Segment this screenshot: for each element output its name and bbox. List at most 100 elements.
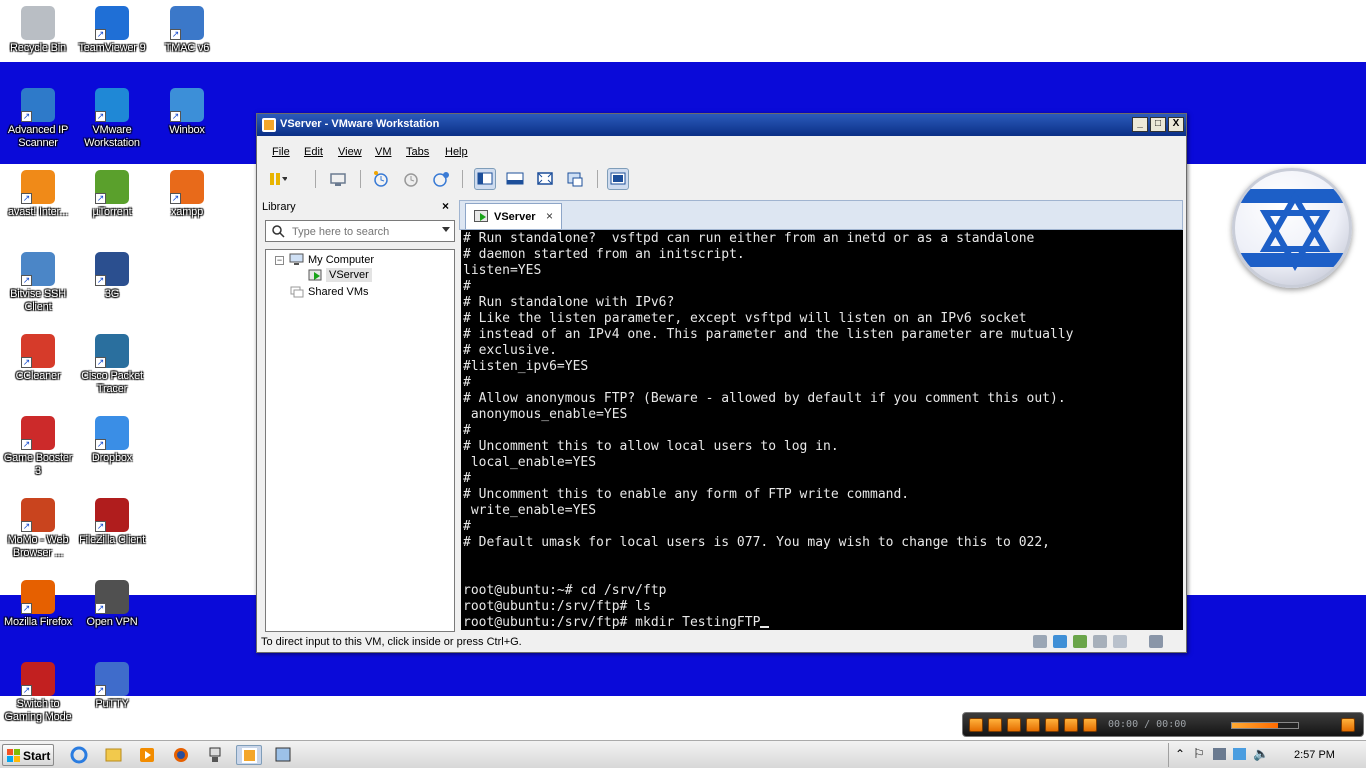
shortcut-arrow-icon: ↗ — [170, 193, 181, 204]
tab-vserver[interactable]: VServer × — [465, 203, 562, 229]
pause-icon[interactable] — [988, 718, 1002, 732]
console-view-icon[interactable] — [607, 168, 629, 190]
console-line: anonymous_enable=YES — [463, 407, 628, 422]
show-library-icon[interactable] — [474, 168, 496, 190]
message-log-icon[interactable] — [1149, 635, 1163, 648]
desktop-icon-label: PuTTY — [95, 698, 129, 710]
desktop-icon-label: Bitvise SSH Client — [10, 288, 66, 313]
desktop-icon[interactable]: ↗ PuTTY — [74, 662, 150, 711]
library-heading: Library — [262, 201, 296, 213]
chevron-down-icon[interactable] — [442, 227, 450, 232]
desktop-icon[interactable]: ↗ µTorrent — [74, 170, 150, 219]
windows-logo-icon — [7, 749, 20, 762]
next-icon[interactable] — [1045, 718, 1059, 732]
sound-card-icon[interactable] — [1113, 635, 1127, 648]
desktop-icon-label: Game Booster 3 — [3, 452, 73, 477]
thumbnail-bar-icon[interactable] — [504, 168, 526, 190]
window-title: VServer - VMware Workstation — [280, 118, 440, 130]
revert-snapshot-icon[interactable] — [400, 168, 422, 190]
vm-console[interactable]: # Run standalone? vsftpd can run either … — [461, 230, 1183, 630]
action-center-flag-icon[interactable]: ⚐ — [1193, 746, 1205, 762]
console-line: # Default umask for local users is 077. … — [463, 535, 1050, 550]
hard-disk-icon[interactable] — [1033, 635, 1047, 648]
network-adapter-icon[interactable] — [1053, 635, 1067, 648]
tree-item-vserver[interactable]: VServer — [326, 268, 372, 282]
desktop-icon[interactable]: ↗ Advanced IP Scanner — [0, 88, 76, 150]
show-hidden-icons-icon[interactable]: ⌃ — [1175, 747, 1185, 761]
desktop-icon[interactable]: ↗ Open VPN — [74, 580, 150, 629]
volume-icon[interactable]: 🔈 — [1253, 746, 1269, 762]
desktop-icon[interactable]: ↗ TMAC v6 — [149, 6, 225, 55]
vmware-taskbar-icon[interactable] — [236, 745, 262, 765]
search-input[interactable] — [292, 224, 432, 239]
window-titlebar[interactable]: VServer - VMware Workstation _ □ X — [257, 114, 1186, 136]
desktop-icon-label: 3G — [104, 288, 120, 300]
shared-vms-icon — [290, 286, 304, 298]
start-button[interactable]: Start — [2, 744, 54, 766]
desktop-icon[interactable]: ↗ CCleaner — [0, 334, 76, 383]
desktop-icon[interactable]: ↗ Mozilla Firefox — [0, 580, 76, 629]
desktop-icon[interactable]: ↗ 3G — [74, 252, 150, 301]
menu-tabs[interactable]: Tabs — [406, 146, 429, 158]
advanced-ip-scanner-taskbar-icon[interactable] — [270, 745, 296, 765]
shortcut-arrow-icon: ↗ — [21, 357, 32, 368]
desktop-icon[interactable]: ↗ FileZilla Client — [74, 498, 150, 547]
desktop-icon[interactable]: ↗ Winbox — [149, 88, 225, 137]
menu-help[interactable]: Help — [445, 146, 468, 158]
firefox-icon[interactable] — [168, 745, 194, 765]
shortcut-arrow-icon: ↗ — [170, 111, 181, 122]
desktop-icon[interactable]: ↗ Switch to Gaming Mode — [0, 662, 76, 724]
desktop-icon[interactable]: ↗ Game Booster 3 — [0, 416, 76, 478]
unity-icon[interactable] — [564, 168, 586, 190]
close-button[interactable]: X — [1168, 117, 1184, 132]
tab-close-icon[interactable]: × — [546, 209, 553, 223]
menu-edit[interactable]: Edit — [304, 146, 323, 158]
expand-player-icon[interactable] — [1341, 718, 1355, 732]
desktop-icon[interactable]: ↗ MoMo - Web Browser ... — [0, 498, 76, 560]
console-line: local_enable=YES — [463, 455, 597, 470]
full-screen-icon[interactable] — [534, 168, 556, 190]
desktop-icon[interactable]: ↗ Bitvise SSH Client — [0, 252, 76, 314]
desktop-icon-label: VMware Workstation — [84, 124, 140, 149]
desktop-icon[interactable]: ↗ avast! Inter... — [0, 170, 76, 219]
usb-icon[interactable] — [1073, 635, 1087, 648]
snapshot-icon[interactable] — [370, 168, 392, 190]
desktop-icon[interactable]: Recycle Bin — [0, 6, 76, 55]
vmware-window[interactable]: VServer - VMware Workstation _ □ X File … — [256, 113, 1187, 653]
desktop-icon-label: Cisco Packet Tracer — [81, 370, 143, 395]
previous-icon[interactable] — [1026, 718, 1040, 732]
network-icon[interactable] — [1213, 748, 1226, 760]
play-icon[interactable] — [969, 718, 983, 732]
desktop-icon[interactable]: ↗ xampp — [149, 170, 225, 219]
desktop-icon[interactable]: ↗ Dropbox — [74, 416, 150, 465]
maximize-button[interactable]: □ — [1150, 117, 1166, 132]
tree-collapse-icon[interactable]: − — [275, 256, 284, 265]
volume-slider[interactable] — [1231, 722, 1299, 729]
star-of-david-emblem — [1232, 168, 1352, 288]
teamviewer-tray-icon[interactable] — [1233, 748, 1246, 760]
send-ctrl-alt-del-icon[interactable] — [327, 168, 349, 190]
menu-file[interactable]: File — [272, 146, 290, 158]
media-player-icon[interactable] — [134, 745, 160, 765]
tree-item-my-computer[interactable]: My Computer — [308, 254, 374, 266]
desktop-icon[interactable]: ↗ TeamViewer 9 — [74, 6, 150, 55]
file-explorer-icon[interactable] — [100, 745, 126, 765]
desktop-icon[interactable]: ↗ VMware Workstation — [74, 88, 150, 150]
playlist-icon[interactable] — [1083, 718, 1097, 732]
printer-icon[interactable] — [1093, 635, 1107, 648]
desktop-icon-label: xampp — [170, 206, 204, 218]
recycle-bin-icon — [21, 6, 55, 40]
library-close-icon[interactable]: × — [442, 199, 449, 213]
pause-icon[interactable] — [265, 168, 288, 190]
putty-taskbar-icon[interactable] — [202, 745, 228, 765]
desktop-icon[interactable]: ↗ Cisco Packet Tracer — [74, 334, 150, 396]
repeat-icon[interactable] — [1064, 718, 1078, 732]
tree-item-shared-vms[interactable]: Shared VMs — [308, 286, 369, 298]
stop-icon[interactable] — [1007, 718, 1021, 732]
menu-vm[interactable]: VM — [375, 146, 392, 158]
internet-explorer-icon[interactable] — [66, 745, 92, 765]
shortcut-arrow-icon: ↗ — [95, 111, 106, 122]
minimize-button[interactable]: _ — [1132, 117, 1148, 132]
snapshot-manager-icon[interactable] — [430, 168, 452, 190]
menu-view[interactable]: View — [338, 146, 362, 158]
